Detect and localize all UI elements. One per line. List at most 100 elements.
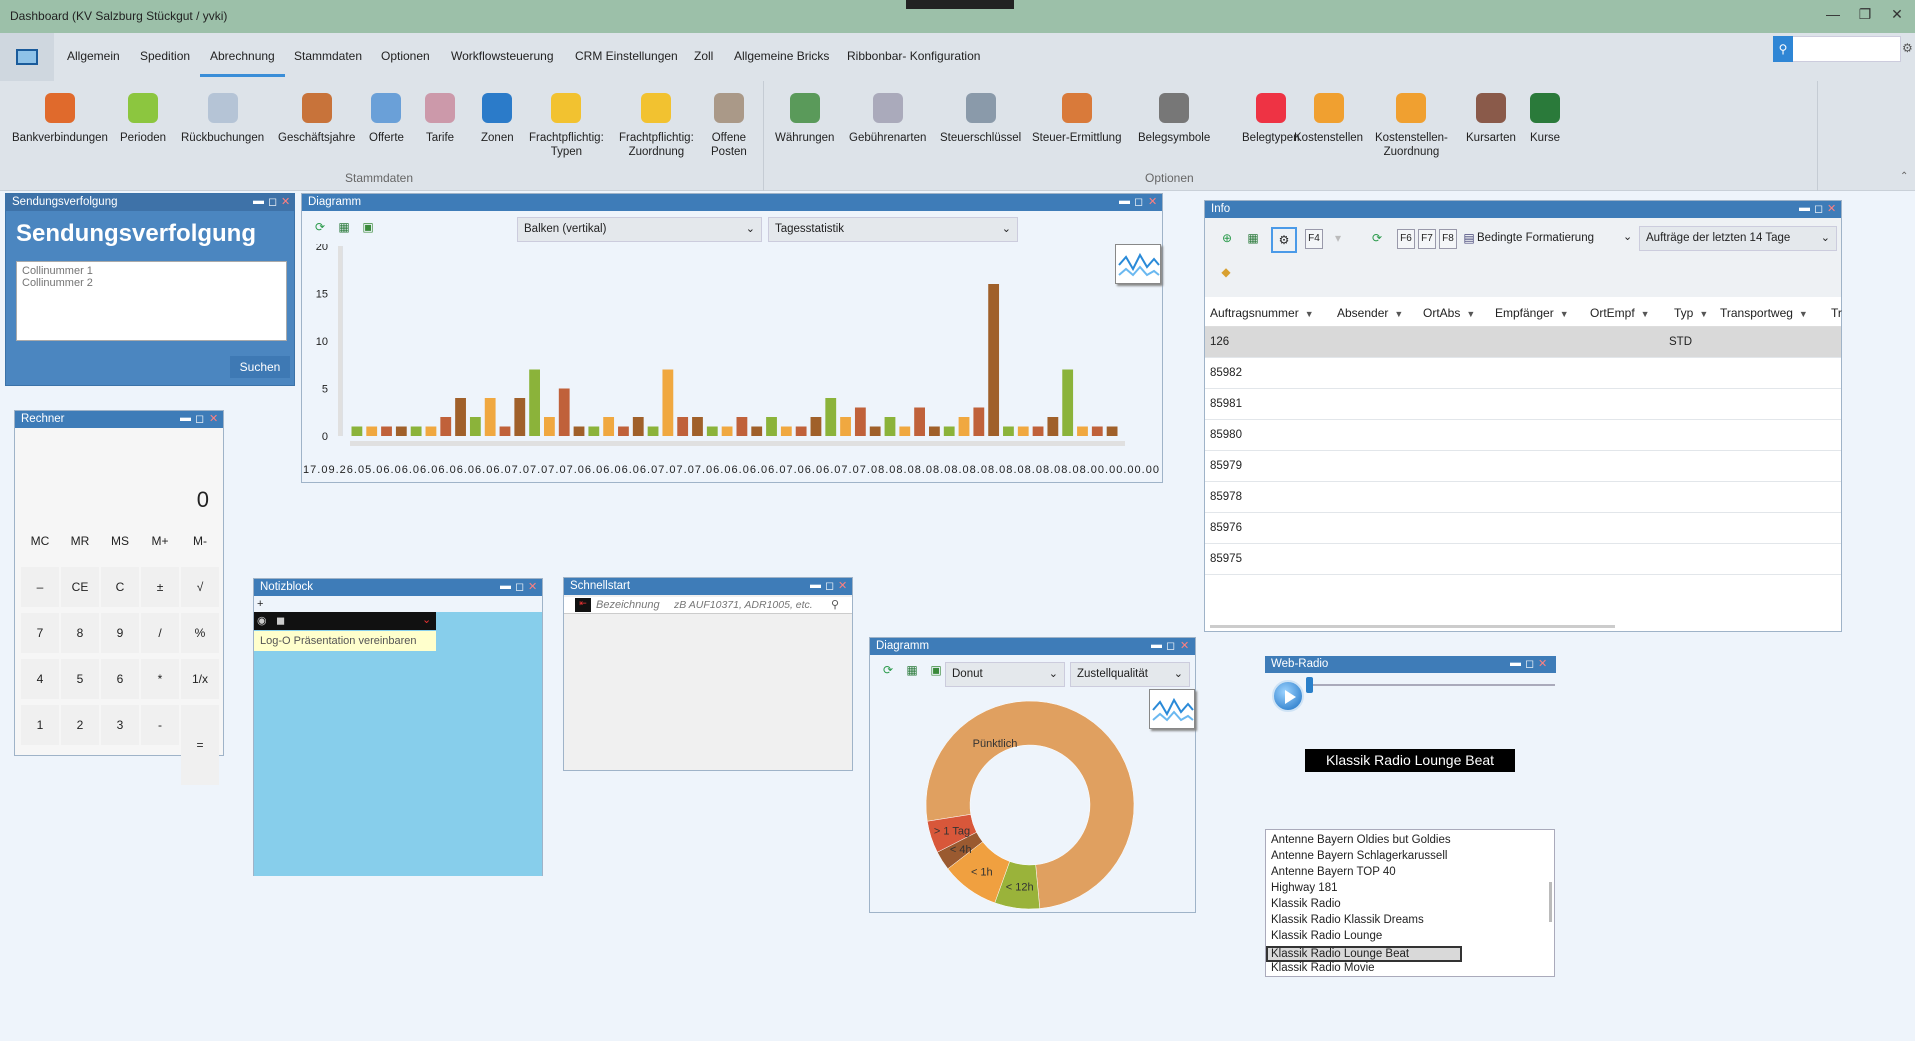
calc-key[interactable]: MR <box>61 521 99 561</box>
maximize-icon[interactable]: ◻ <box>1166 639 1175 652</box>
menu-ribbonbar-konfiguration[interactable]: Ribbonbar- Konfiguration <box>847 49 980 63</box>
column-header[interactable]: Typ ▼ <box>1674 306 1708 320</box>
close-icon[interactable]: ✕ <box>528 580 537 593</box>
panel-header[interactable]: Sendungsverfolgung <box>6 194 294 211</box>
ribbon-optionen-2-button[interactable]: Steuerschlüssel <box>940 93 1021 145</box>
close-icon[interactable]: ✕ <box>1538 657 1547 670</box>
table-row[interactable]: 85975 <box>1205 544 1841 575</box>
calc-key[interactable]: 8 <box>61 613 99 653</box>
calc-key[interactable]: C <box>101 567 139 607</box>
zeitraum-select[interactable]: Aufträge der letzten 14 Tage ⌄ <box>1639 226 1837 251</box>
close-icon[interactable]: ✕ <box>838 579 847 592</box>
table-row[interactable]: 85976 <box>1205 513 1841 544</box>
panel-header[interactable]: Diagramm <box>870 638 1195 655</box>
calc-key[interactable]: 4 <box>21 659 59 699</box>
search-icon[interactable]: ⚲ <box>1773 36 1793 62</box>
menu-abrechnung[interactable]: Abrechnung <box>200 49 285 77</box>
minimize-icon[interactable]: ▬ <box>253 195 264 207</box>
menu-zoll[interactable]: Zoll <box>694 49 713 63</box>
ribbon-optionen-0-button[interactable]: Währungen <box>775 93 834 145</box>
calc-key[interactable]: 7 <box>21 613 59 653</box>
calc-key[interactable]: 5 <box>61 659 99 699</box>
excel-icon[interactable]: ▦ <box>904 662 920 678</box>
calc-key[interactable]: ± <box>141 567 179 607</box>
ribbon-stammdaten-2-button[interactable]: Rückbuchungen <box>181 93 264 145</box>
ribbon-stammdaten-7-button[interactable]: Frachtpflichtig: Typen <box>529 93 604 159</box>
calc-key[interactable]: M- <box>181 521 219 561</box>
filter-icon[interactable]: ▾ <box>1330 230 1346 246</box>
minimize-button[interactable]: — <box>1818 6 1848 22</box>
statistic-select[interactable]: Tagesstatistik ⌄ <box>768 217 1018 242</box>
calc-key[interactable]: % <box>181 613 219 653</box>
minimize-icon[interactable]: ▬ <box>1799 202 1810 214</box>
ribbon-optionen-4-button[interactable]: Belegsymbole <box>1138 93 1210 145</box>
panel-header[interactable]: Schnellstart <box>564 578 852 595</box>
color-icon[interactable]: ◼ <box>276 614 285 627</box>
image-icon[interactable]: ▣ <box>360 219 376 235</box>
maximize-icon[interactable]: ◻ <box>515 580 524 593</box>
ribbon-stammdaten-5-button[interactable]: Tarife <box>425 93 455 145</box>
calc-key[interactable]: MS <box>101 521 139 561</box>
ribbon-optionen-3-button[interactable]: Steuer-Ermittlung <box>1032 93 1121 145</box>
filter-icon[interactable]: ▼ <box>1560 309 1569 319</box>
image-icon[interactable]: ▣ <box>928 662 944 678</box>
refresh-icon[interactable]: ⟳ <box>312 219 328 235</box>
chevron-down-icon[interactable]: ⌄ <box>422 613 431 626</box>
calc-key[interactable]: 2 <box>61 705 99 745</box>
drag-handle[interactable] <box>906 0 1014 9</box>
add-icon[interactable]: ⊕ <box>1219 230 1235 246</box>
menu-spedition[interactable]: Spedition <box>140 49 190 63</box>
ribbon-stammdaten-0-button[interactable]: Bankverbindungen <box>12 93 108 145</box>
menu-allgemeine-bricks[interactable]: Allgemeine Bricks <box>734 49 829 63</box>
station-item[interactable]: Antenne Bayern TOP 40 <box>1271 866 1396 878</box>
f7-button[interactable]: F7 <box>1418 229 1436 249</box>
ribbon-stammdaten-8-button[interactable]: Frachtpflichtig: Zuordnung <box>619 93 694 159</box>
x-scrollbar[interactable] <box>350 441 1125 446</box>
filter-icon[interactable]: ▼ <box>1394 309 1403 319</box>
gear-icon[interactable]: ⚙ <box>1902 41 1913 55</box>
ribbon-optionen-1-button[interactable]: Gebührenarten <box>849 93 926 145</box>
search-icon[interactable]: ⚲ <box>831 598 839 611</box>
suchen-button[interactable]: Suchen <box>230 356 290 378</box>
station-item[interactable]: Antenne Bayern Oldies but Goldies <box>1271 834 1451 846</box>
f4-button[interactable]: F4 <box>1305 229 1323 249</box>
volume-slider-track[interactable] <box>1310 684 1555 686</box>
minimize-icon[interactable]: ▬ <box>810 579 821 591</box>
station-item[interactable]: Klassik Radio <box>1271 898 1341 910</box>
close-icon[interactable]: ✕ <box>1148 195 1157 208</box>
f8-button[interactable]: F8 <box>1439 229 1457 249</box>
excel-icon[interactable]: ▦ <box>336 219 352 235</box>
calc-key[interactable]: / <box>141 613 179 653</box>
minimize-icon[interactable]: ▬ <box>500 580 511 592</box>
panel-header[interactable]: Diagramm <box>302 194 1162 211</box>
collinummer-input[interactable] <box>16 261 287 341</box>
calc-key[interactable]: √ <box>181 567 219 607</box>
menu-stammdaten[interactable]: Stammdaten <box>294 49 362 63</box>
app-menu-button[interactable] <box>0 33 54 81</box>
f6-button[interactable]: F6 <box>1397 229 1415 249</box>
calc-key[interactable]: 3 <box>101 705 139 745</box>
minimize-icon[interactable]: ▬ <box>180 412 191 424</box>
vertical-scrollbar[interactable] <box>1549 882 1552 922</box>
table-row[interactable]: 85980 <box>1205 420 1841 451</box>
calc-key[interactable]: * <box>141 659 179 699</box>
ribbon-stammdaten-4-button[interactable]: Offerte <box>369 93 404 145</box>
panel-header[interactable]: Notizblock <box>254 579 542 596</box>
chart-type-select[interactable]: Balken (vertikal) ⌄ <box>517 217 762 242</box>
column-header[interactable]: OrtEmpf ▼ <box>1590 306 1650 320</box>
chart-type-select[interactable]: Donut ⌄ <box>945 662 1065 687</box>
y-scrollbar[interactable] <box>338 246 342 436</box>
close-icon[interactable]: ✕ <box>281 195 290 208</box>
minimize-icon[interactable]: ▬ <box>1151 639 1162 651</box>
calc-key[interactable]: CE <box>61 567 99 607</box>
schnellstart-input[interactable] <box>674 598 834 612</box>
table-row[interactable]: 85981 <box>1205 389 1841 420</box>
calc-key[interactable]: 6 <box>101 659 139 699</box>
refresh-icon[interactable]: ⟳ <box>880 662 896 678</box>
column-header[interactable]: Tr <box>1831 306 1842 320</box>
close-icon[interactable]: ✕ <box>1827 202 1836 215</box>
menu-allgemein[interactable]: Allgemein <box>67 49 120 63</box>
layers-icon[interactable]: ◆ <box>1213 264 1239 280</box>
ribbon-optionen-7-button[interactable]: Kostenstellen- Zuordnung <box>1375 93 1448 159</box>
eye-icon[interactable]: ◉ <box>257 614 267 627</box>
